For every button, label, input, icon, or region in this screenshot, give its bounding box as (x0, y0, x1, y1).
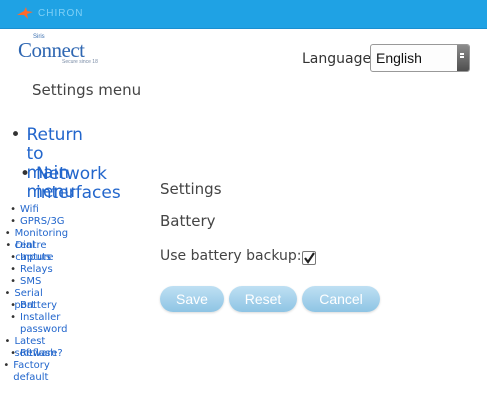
bullet: • (3, 360, 10, 371)
brand: CHIRON (16, 6, 83, 20)
language-label: Language: (302, 51, 376, 67)
menu-item-factory[interactable]: • Factory default (0, 360, 57, 384)
battery-backup-checkbox[interactable] (302, 251, 316, 265)
bullet: • (10, 252, 16, 263)
menu-item-label: Reflash (20, 348, 57, 359)
menu-item-label: Inputs (20, 252, 52, 263)
siris-connect-logo: Siris Connect Secure since 18 (18, 34, 108, 68)
select-arrow-icon (457, 45, 469, 71)
menu-item-wifi[interactable]: • Wifi (0, 204, 39, 216)
menu-item-label: GPRS/3G (20, 216, 65, 227)
bullet: • (19, 164, 30, 184)
bullet: • (10, 216, 16, 227)
menu-item-label: Factory default (13, 360, 50, 383)
menu-item-sms[interactable]: • SMS (0, 276, 41, 288)
menu-item-label: Network interfaces (36, 164, 121, 203)
save-button[interactable]: Save (160, 286, 224, 312)
menu-item-network[interactable]: • Network interfaces (0, 165, 121, 203)
cancel-button[interactable]: Cancel (302, 286, 380, 312)
menu-item-label: Battery (20, 300, 58, 311)
menu-item-installer[interactable]: • Installer password (0, 312, 67, 336)
section-title: Battery (160, 212, 216, 230)
menu-item-label: Installer password (20, 312, 68, 335)
language-selected-value: English (376, 50, 422, 66)
bullet: • (10, 348, 16, 359)
page-title: Settings (160, 180, 222, 198)
menu-item-label: Relays (20, 264, 53, 275)
brand-name: CHIRON (38, 7, 84, 19)
menu-item-reflash[interactable]: • Reflash (0, 348, 57, 360)
menu-item-inputs[interactable]: • Inputs (0, 252, 51, 264)
reset-button[interactable]: Reset (229, 286, 297, 312)
bullet: • (10, 204, 16, 215)
menu-item-battery[interactable]: • Battery (0, 300, 57, 312)
bullet: • (10, 312, 16, 323)
bullet: • (10, 264, 16, 275)
language-select[interactable]: English (370, 44, 470, 72)
menu-item-label: SMS (20, 276, 42, 287)
menu-item-gprs[interactable]: • GPRS/3G (0, 216, 65, 228)
chiron-logo-icon (17, 7, 33, 19)
battery-backup-label: Use battery backup: (160, 248, 302, 264)
menu-item-relays[interactable]: • Relays (0, 264, 53, 276)
bullet: • (10, 276, 16, 287)
settings-menu-title: Settings menu (32, 81, 142, 99)
bullet: • (10, 300, 16, 311)
logo-tagline: Secure since 18 (62, 59, 98, 65)
menu-item-label: Wifi (20, 204, 39, 215)
checkmark-icon (304, 252, 315, 264)
top-bar: CHIRON (0, 0, 487, 29)
